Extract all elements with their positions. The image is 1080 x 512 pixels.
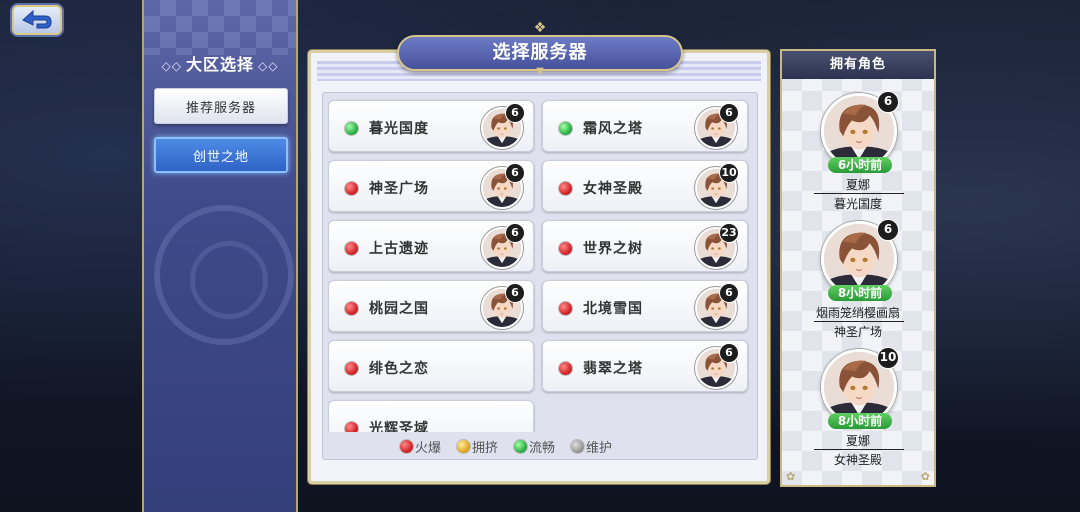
server-name: 绯色之恋 [369,361,429,377]
legend-item: 流畅 [514,437,555,456]
server-item[interactable]: 上古遗迹 6 [328,220,534,272]
last-login-badge: 8小时前 [828,413,892,429]
role-server: 暮光国度 [833,197,882,211]
status-dot-icon [345,182,358,195]
server-name: 桃园之国 [369,301,429,317]
status-dot-icon [514,439,528,453]
region-genesis-button[interactable]: 创世之地 [154,137,288,173]
status-dot-icon [559,302,572,315]
ornament-icon: ◇◇ [258,59,279,73]
diamond-pattern [144,0,296,55]
server-name: 女神圣殿 [583,181,643,197]
character-level-badge: 6 [505,283,525,303]
server-item[interactable]: 翡翠之塔 6 [542,340,748,392]
role-name: 烟雨笼绡樱画扇 [815,306,900,320]
character-level-badge: 23 [719,223,739,243]
status-dot-icon [559,242,572,255]
corner-ornament-icon: ✿ [786,470,796,483]
server-item[interactable]: 暮光国度 6 [328,100,534,152]
server-name: 霜风之塔 [583,121,643,137]
status-legend: 火爆 拥挤 流畅 维护 [400,436,680,456]
status-dot-icon [345,242,358,255]
character-level-badge: 6 [505,103,525,123]
status-dot-icon [559,182,572,195]
legend-label: 维护 [586,440,613,456]
status-dot-icon [400,439,413,453]
status-dot-icon [345,422,358,432]
owned-role-card[interactable]: 10 8小时前 夏娜 女神圣殿 [782,347,934,479]
server-list[interactable]: 暮光国度 6 霜风之塔 6 神圣广场 6 女神圣殿 10 上古遗迹 6 世界之树… [328,98,754,432]
legend-label: 火爆 [415,440,442,456]
divider [814,321,904,322]
owned-role-card[interactable]: 6 6小时前 夏娜 暮光国度 [782,91,934,223]
server-name: 翡翠之塔 [583,361,643,377]
role-level-badge: 6 [877,91,899,113]
server-item[interactable]: 女神圣殿 10 [542,160,748,212]
role-level-badge: 6 [877,219,899,241]
character-level-badge: 6 [505,223,525,243]
ornament-icon: ◇◇ [161,59,182,73]
legend-item: 维护 [571,437,612,456]
character-level-badge: 10 [719,163,739,183]
role-name: 夏娜 [845,434,870,448]
title-ornament-icon: ▼ [536,66,544,77]
server-item[interactable]: 神圣广场 6 [328,160,534,212]
owned-roles-panel: 拥有角色 6 6小时前 夏娜 暮光国度 6 8小时前 烟雨笼绡樱画扇 神圣广场 … [780,49,936,487]
server-item[interactable]: 北境雪国 6 [542,280,748,332]
server-item[interactable]: 光辉圣域 [328,400,534,432]
role-name: 夏娜 [845,178,870,192]
character-level-badge: 6 [719,343,739,363]
owned-roles-title: 拥有角色 [782,51,934,79]
region-panel: ◇◇ 大区选择 ◇◇ 推荐服务器 创世之地 [142,0,298,512]
crown-ornament-icon: ❖ [533,20,547,36]
server-name: 暮光国度 [369,121,429,137]
divider [814,193,904,194]
status-dot-icon [345,302,358,315]
character-level-badge: 6 [719,103,739,123]
status-dot-icon [345,362,358,375]
status-dot-icon [559,122,572,135]
role-level-badge: 10 [877,347,899,369]
server-item[interactable]: 绯色之恋 [328,340,534,392]
status-dot-icon [571,439,585,453]
last-login-badge: 6小时前 [828,157,892,173]
emblem-decoration [154,205,294,345]
recommended-servers-button[interactable]: 推荐服务器 [154,88,288,124]
region-title-text: 大区选择 [185,55,254,74]
region-title: ◇◇ 大区选择 ◇◇ [144,51,296,75]
server-name: 世界之树 [583,241,643,257]
back-arrow-icon [22,9,52,29]
server-name: 光辉圣域 [369,421,429,432]
owned-role-card[interactable]: 6 8小时前 烟雨笼绡樱画扇 神圣广场 [782,219,934,351]
status-dot-icon [345,122,358,135]
server-item[interactable]: 霜风之塔 6 [542,100,748,152]
role-server: 女神圣殿 [833,453,882,467]
last-login-badge: 8小时前 [828,285,892,301]
server-name: 北境雪国 [583,301,643,317]
server-name: 上古遗迹 [369,241,429,257]
corner-ornament-icon: ✿ [920,470,930,483]
divider [814,449,904,450]
character-level-badge: 6 [719,283,739,303]
status-dot-icon [457,439,471,453]
legend-item: 火爆 [400,437,441,456]
server-name: 神圣广场 [369,181,429,197]
legend-item: 拥挤 [457,437,498,456]
role-server: 神圣广场 [833,325,882,339]
legend-label: 流畅 [529,440,556,456]
server-item[interactable]: 桃园之国 6 [328,280,534,332]
legend-label: 拥挤 [472,440,499,456]
server-item[interactable]: 世界之树 23 [542,220,748,272]
back-button[interactable] [10,3,64,37]
character-level-badge: 6 [505,163,525,183]
status-dot-icon [559,362,572,375]
